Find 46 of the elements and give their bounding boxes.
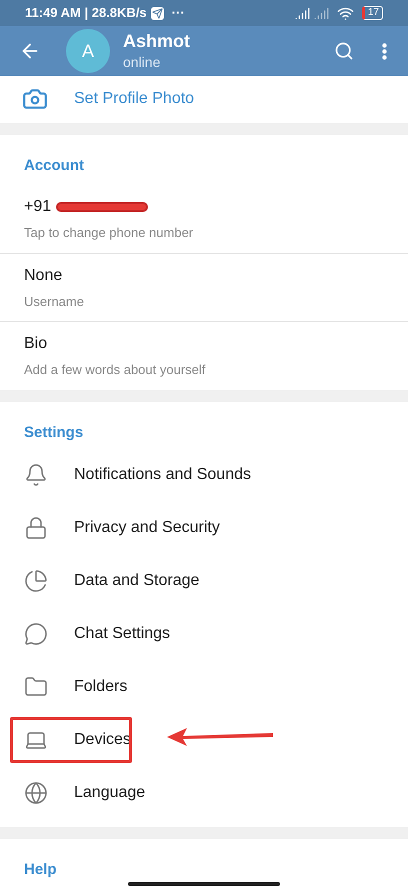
search-icon: [334, 41, 354, 62]
section-title: Settings: [23, 422, 84, 443]
settings-item[interactable]: Language: [0, 766, 408, 820]
account-row[interactable]: Bio Add a few words about yourself: [0, 322, 408, 390]
account-hint: Tap to change phone number: [24, 224, 194, 242]
status-time: 11:49 AM | 28.8KB/s: [25, 4, 147, 22]
account-hint: Username: [24, 292, 85, 311]
settings-label: Privacy and Security: [74, 518, 220, 538]
settings-item[interactable]: Data and Storage: [0, 554, 408, 608]
avatar: A: [66, 29, 110, 74]
settings-item[interactable]: Chat Settings: [0, 607, 408, 660]
account-value: +91: [24, 197, 52, 218]
folder-icon: [24, 674, 48, 699]
settings-label: Notifications and Sounds: [74, 464, 251, 485]
section-title: Account: [23, 156, 85, 176]
section-title: Help: [23, 860, 58, 880]
signal-icon: [314, 6, 329, 21]
settings-label: Data and Storage: [74, 570, 200, 591]
settings-label: Devices: [74, 730, 131, 750]
bell-icon: [24, 462, 48, 487]
account-row[interactable]: +91 Tap to change phone number: [0, 185, 408, 254]
settings-item[interactable]: Notifications and Sounds: [0, 448, 408, 502]
signal-icon: [294, 6, 310, 21]
account-value: Bio: [24, 334, 48, 354]
lock-icon: [24, 516, 48, 540]
settings-item[interactable]: Folders: [0, 660, 408, 714]
account-value: None: [24, 266, 62, 286]
online-status: online: [123, 52, 162, 72]
more-options-icon: [382, 42, 386, 60]
account-row[interactable]: None Username: [0, 254, 408, 322]
speech-bubble-icon: [24, 622, 48, 646]
globe-icon: [24, 780, 48, 805]
set-photo-label: Set Profile Photo: [74, 89, 194, 110]
settings-item[interactable]: Devices: [0, 713, 408, 766]
settings-label: Chat Settings: [74, 624, 170, 644]
set-photo-row[interactable]: Set Profile Photo: [0, 76, 408, 122]
account-hint: Add a few words about yourself: [24, 361, 206, 380]
battery-indicator: 17: [362, 6, 383, 20]
contact-name: Ashmot: [123, 30, 190, 52]
settings-item[interactable]: Privacy and Security: [0, 501, 408, 554]
home-indicator[interactable]: [128, 882, 280, 886]
telegram-icon: [150, 6, 164, 20]
settings-label: Folders: [74, 676, 128, 697]
pie-chart-icon: [24, 568, 48, 593]
settings-label: Language: [74, 782, 146, 803]
more-notifications: ···: [172, 4, 185, 22]
